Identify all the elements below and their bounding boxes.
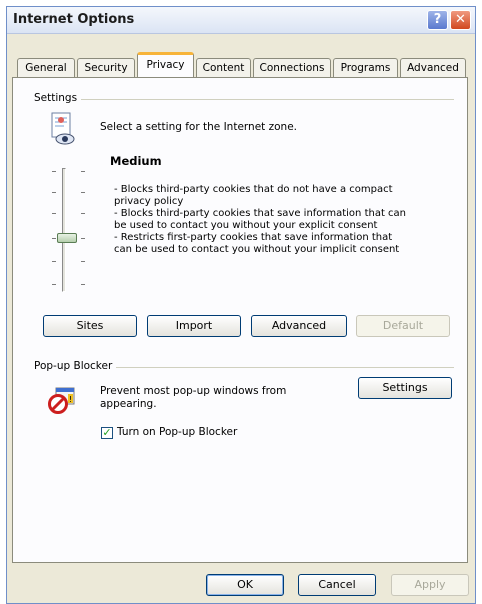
help-button[interactable]: ? <box>427 10 448 30</box>
privacy-level-slider-track[interactable] <box>62 168 66 292</box>
settings-group-label: Settings <box>34 92 82 104</box>
slider-tick <box>52 192 56 193</box>
privacy-level-slider-thumb[interactable] <box>57 233 77 243</box>
description-line: can be used to contact you without your … <box>114 244 400 255</box>
description-line: - Blocks third-party cookies that save i… <box>114 208 407 219</box>
close-icon: ✕ <box>455 12 466 27</box>
slider-tick <box>81 261 85 262</box>
slider-tick <box>81 213 85 214</box>
popup-description-line2: appearing. <box>100 398 157 410</box>
slider-tick <box>52 284 56 285</box>
ok-button[interactable]: OK <box>206 574 284 596</box>
tab-label: Connections <box>259 62 325 74</box>
cancel-button[interactable]: Cancel <box>298 574 376 596</box>
svg-text:!: ! <box>69 395 72 404</box>
popup-settings-button[interactable]: Settings <box>358 377 452 399</box>
popup-blocker-checkbox[interactable]: ✓ <box>101 427 113 439</box>
close-button[interactable]: ✕ <box>450 10 471 30</box>
help-icon: ? <box>433 12 442 27</box>
sites-button[interactable]: Sites <box>43 315 137 337</box>
window-title: Internet Options <box>13 12 135 27</box>
description-line: - Restricts first-party cookies that sav… <box>114 232 393 243</box>
description-line: be used to contact you without your expl… <box>114 220 378 231</box>
tab-label: Advanced <box>407 62 459 74</box>
zone-instruction: Select a setting for the Internet zone. <box>100 121 298 133</box>
popup-blocked-icon: ! <box>47 386 77 416</box>
description-line: privacy policy <box>114 196 184 207</box>
tab-label: General <box>25 62 67 74</box>
tab-content[interactable]: Content <box>196 58 251 78</box>
slider-tick <box>52 261 56 262</box>
slider-tick <box>81 192 85 193</box>
description-line: - Blocks third-party cookies that do not… <box>114 184 393 195</box>
apply-button[interactable]: Apply <box>391 574 469 596</box>
default-button[interactable]: Default <box>356 315 450 337</box>
title-bar[interactable]: Internet Options ? ✕ <box>7 7 475 34</box>
slider-tick <box>52 213 56 214</box>
import-button[interactable]: Import <box>147 315 241 337</box>
tab-label: Programs <box>340 62 391 74</box>
tab-security[interactable]: Security <box>77 58 135 78</box>
slider-tick <box>52 238 56 239</box>
popup-blocker-checkbox-label[interactable]: Turn on Pop-up Blocker <box>117 426 237 438</box>
tab-label: Security <box>84 62 128 74</box>
tab-advanced[interactable]: Advanced <box>400 58 466 78</box>
popup-group-label: Pop-up Blocker <box>34 360 117 372</box>
slider-tick <box>81 238 85 239</box>
slider-tick <box>52 171 56 172</box>
tab-general[interactable]: General <box>17 58 75 78</box>
tab-label: Content <box>202 62 245 74</box>
tab-privacy[interactable]: Privacy <box>137 52 194 77</box>
tab-programs[interactable]: Programs <box>333 58 398 78</box>
slider-tick <box>81 284 85 285</box>
checkmark-icon: ✓ <box>102 426 112 439</box>
tab-label: Privacy <box>146 59 185 71</box>
privacy-page-icon <box>50 112 76 146</box>
advanced-button[interactable]: Advanced <box>251 315 347 337</box>
settings-group-line <box>36 99 454 100</box>
tab-connections[interactable]: Connections <box>253 58 331 78</box>
popup-description-line1: Prevent most pop-up windows from <box>100 385 287 397</box>
privacy-level-title: Medium <box>110 154 162 168</box>
slider-tick <box>81 171 85 172</box>
